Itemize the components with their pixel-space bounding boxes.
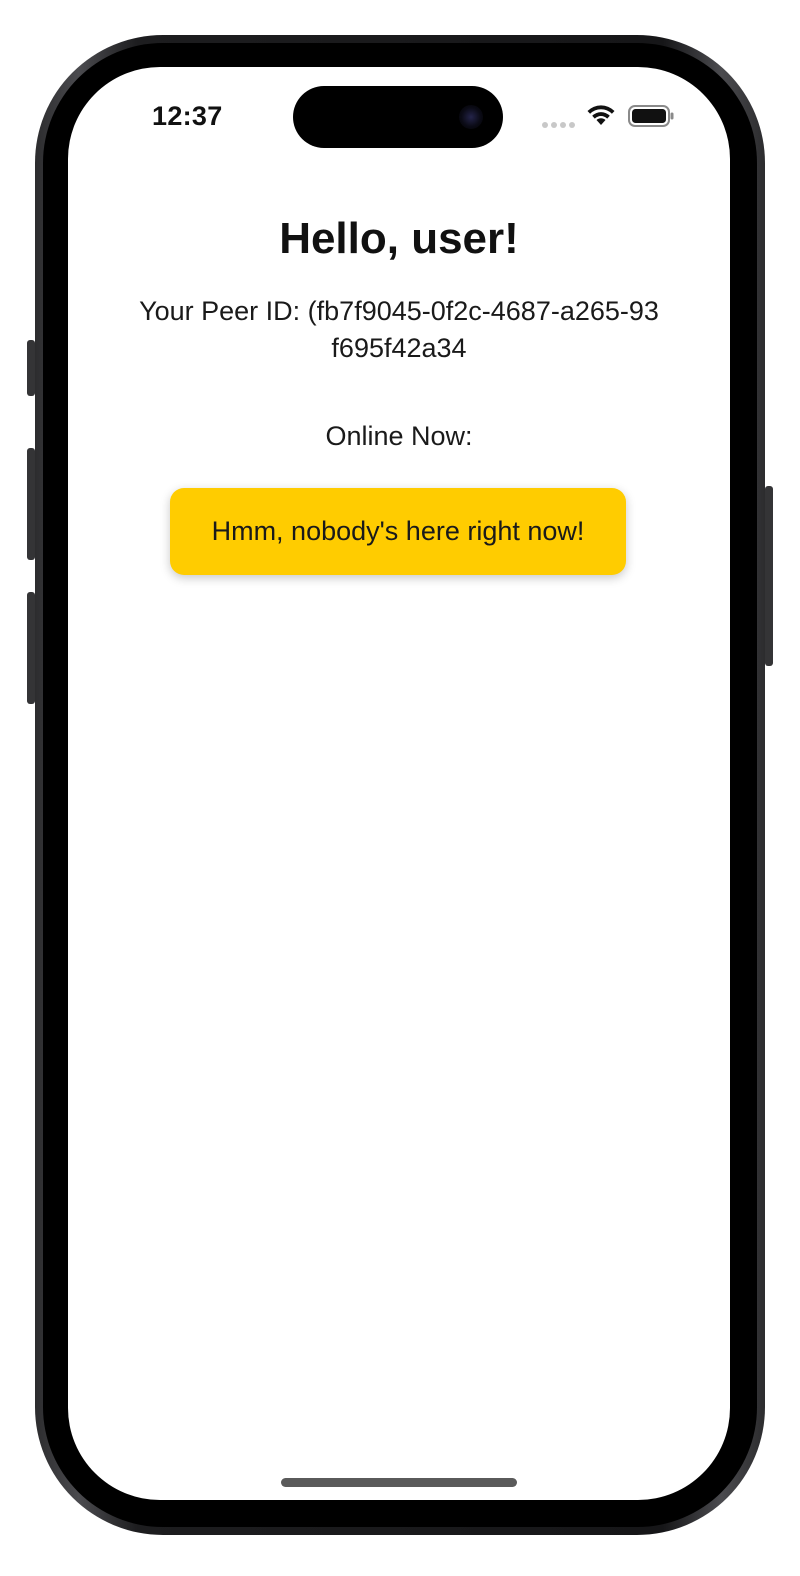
volume-down-button bbox=[27, 592, 35, 704]
empty-state-card: Hmm, nobody's here right now! bbox=[170, 488, 626, 575]
online-now-label: Online Now: bbox=[325, 421, 473, 451]
volume-up-button bbox=[27, 448, 35, 560]
front-camera-icon bbox=[459, 105, 483, 129]
greeting-title: Hello, user! bbox=[279, 214, 519, 263]
wifi-icon bbox=[587, 105, 615, 125]
status-time: 12:37 bbox=[152, 101, 223, 131]
power-button bbox=[765, 486, 773, 666]
app-screen: 12:37 Hello, user! Your Peer ID: (fb7f90… bbox=[68, 67, 730, 1500]
peer-id-text: Your Peer ID: (fb7f9045-0f2c-4687-a265-9… bbox=[139, 296, 659, 363]
home-indicator[interactable] bbox=[281, 1478, 517, 1487]
dynamic-island bbox=[293, 86, 503, 148]
cellular-signal-icon bbox=[542, 122, 578, 129]
battery-icon bbox=[628, 105, 674, 127]
status-bar: 12:37 bbox=[68, 67, 730, 167]
empty-state-message: Hmm, nobody's here right now! bbox=[211, 516, 585, 546]
action-button bbox=[27, 340, 35, 396]
